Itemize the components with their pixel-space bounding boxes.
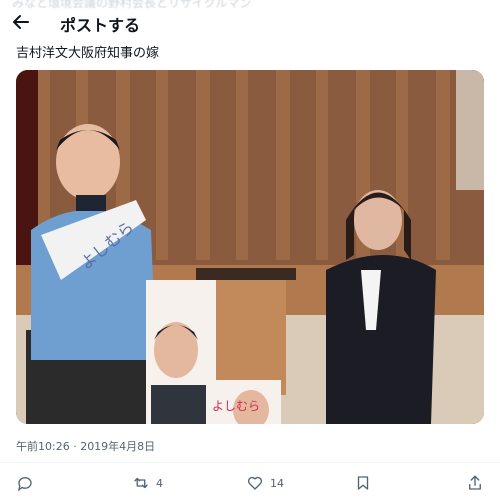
post-text: 吉村洋文大阪府知事の嫁: [16, 46, 160, 61]
repost-count: 4: [156, 476, 163, 490]
like-count: 14: [270, 476, 284, 490]
action-bar: 4 14: [0, 474, 500, 500]
back-arrow-icon: [13, 15, 29, 29]
photo-scene: よしむら よしむら: [16, 70, 484, 424]
bookmark-icon: [357, 476, 369, 490]
post-image[interactable]: よしむら よしむら: [16, 70, 484, 424]
page-title: ポストする: [60, 16, 141, 35]
header: ポストする: [0, 8, 500, 36]
share-icon: [469, 475, 481, 490]
divider: [0, 462, 500, 463]
faded-previous-text: みなと環境会議の野村会長とリサイクルマン: [12, 0, 252, 8]
timestamp[interactable]: 午前10:26 · 2019年4月8日: [16, 438, 155, 454]
reply-icon: [17, 477, 32, 492]
like-icon: [247, 476, 263, 490]
share-button[interactable]: [466, 474, 484, 492]
repost-button[interactable]: 4: [132, 474, 163, 492]
bookmark-button[interactable]: [354, 474, 372, 492]
poster-text: よしむら: [212, 399, 260, 413]
reply-button[interactable]: [16, 474, 40, 492]
repost-icon: [134, 477, 148, 489]
back-button[interactable]: [10, 12, 32, 32]
like-button[interactable]: 14: [246, 474, 284, 492]
